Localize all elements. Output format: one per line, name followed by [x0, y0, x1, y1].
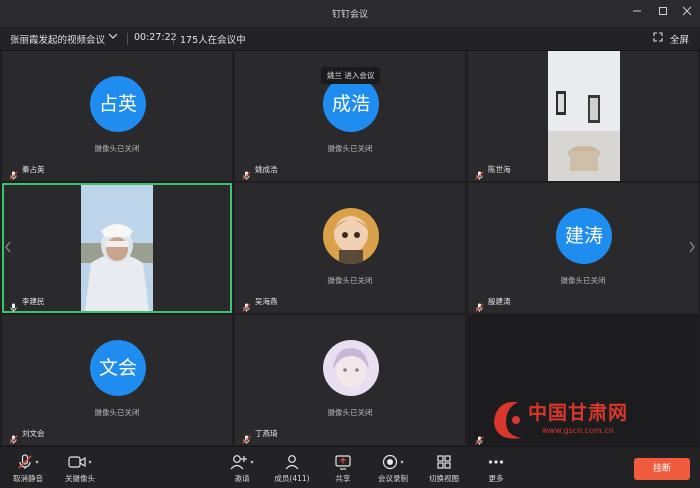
- camera-off-button[interactable]: ▾ 关摄像头: [60, 453, 100, 484]
- mic-muted-icon: ▾: [8, 453, 48, 471]
- maximize-icon[interactable]: [656, 6, 670, 20]
- participant-tile-active-speaker[interactable]: 李建民: [2, 183, 232, 313]
- hangup-button[interactable]: 挂断: [634, 458, 690, 480]
- participant-name: 丁燕琦: [255, 429, 278, 438]
- meeting-info-bar: 张丽霞发起的视频会议 00:27:22 175人在会议中 全屏: [0, 27, 700, 51]
- mic-muted-icon: [475, 430, 484, 445]
- camera-off-label: 摄像头已关闭: [327, 276, 373, 285]
- prev-page-arrow-icon[interactable]: [4, 240, 12, 258]
- grid-view-icon: [426, 453, 462, 471]
- more-button[interactable]: 更多: [484, 453, 508, 484]
- switch-view-button[interactable]: 切换视图: [426, 453, 462, 484]
- avatar: [323, 340, 379, 396]
- participant-name: 殷建涛: [488, 297, 511, 306]
- participant-tile[interactable]: 摄像头已关闭 丁燕琦: [235, 315, 465, 445]
- minimize-icon[interactable]: [630, 6, 644, 20]
- screen-share-icon: [330, 453, 356, 471]
- fullscreen-icon[interactable]: [653, 32, 663, 45]
- mic-muted-icon: [242, 297, 251, 312]
- participant-count[interactable]: 175人在会议中: [180, 32, 246, 46]
- avatar: 文会: [90, 340, 146, 396]
- join-notification: 姚兰 进入会议: [321, 67, 381, 84]
- avatar: 建涛: [556, 208, 612, 264]
- next-page-arrow-icon[interactable]: [688, 240, 696, 258]
- camera-off-label: 摄像头已关闭: [560, 276, 606, 285]
- add-user-icon: ▾: [226, 453, 258, 471]
- participant-name: 秦占英: [22, 165, 45, 174]
- members-button[interactable]: 成员(411): [272, 453, 312, 484]
- video-grid: 占英 摄像头已关闭 秦占英 成浩 摄像头已关闭 姚兰 进入会议 姚成浩 陈世海 …: [2, 51, 698, 446]
- participant-name: 姚成浩: [255, 165, 278, 174]
- camera-icon: ▾: [60, 453, 100, 471]
- camera-off-label: 摄像头已关闭: [327, 144, 373, 153]
- meeting-name[interactable]: 张丽霞发起的视频会议: [10, 32, 105, 46]
- meeting-duration: 00:27:22: [134, 32, 177, 43]
- record-button[interactable]: ▾ 会议录制: [376, 453, 410, 484]
- camera-off-label: 摄像头已关闭: [327, 408, 373, 417]
- watermark-brand: 中国甘肃网: [528, 402, 629, 424]
- participant-tile[interactable]: 文会 摄像头已关闭 刘文会: [2, 315, 232, 445]
- participant-video: [548, 51, 620, 181]
- mic-muted-icon: [9, 165, 18, 180]
- more-dots-icon: [484, 453, 508, 471]
- close-icon[interactable]: [680, 6, 694, 20]
- chevron-down-icon[interactable]: [108, 31, 118, 44]
- caret-icon[interactable]: ▾: [35, 459, 38, 466]
- participant-name: 陈世海: [488, 165, 511, 174]
- window-title: 钉钉会议: [331, 10, 368, 20]
- avatar: 成浩: [323, 76, 379, 132]
- avatar: [323, 208, 379, 264]
- camera-off-label: 摄像头已关闭: [94, 144, 140, 153]
- camera-off-label: 摄像头已关闭: [94, 408, 140, 417]
- participant-tile[interactable]: 成浩 摄像头已关闭 姚兰 进入会议 姚成浩: [235, 51, 465, 181]
- mic-muted-icon: [242, 429, 251, 444]
- mic-active-icon: [9, 297, 18, 312]
- caret-icon[interactable]: ▾: [250, 459, 253, 466]
- participant-tile[interactable]: 占英 摄像头已关闭 秦占英: [2, 51, 232, 181]
- caret-icon[interactable]: ▾: [400, 459, 403, 466]
- participant-name: 李建民: [22, 297, 45, 306]
- participant-tile[interactable]: 建涛 摄像头已关闭 殷建涛: [468, 183, 698, 313]
- mic-muted-icon: [475, 297, 484, 312]
- caret-icon[interactable]: ▾: [88, 459, 91, 466]
- avatar: 占英: [90, 76, 146, 132]
- meeting-toolbar: ▾ 取消静音 ▾ 关摄像头 ▾ 邀请 成员(411) 共享 ▾ 会议录制 切换视…: [0, 446, 700, 488]
- participant-video: [81, 185, 153, 311]
- members-icon: [272, 453, 312, 471]
- participant-tile[interactable]: 摄像头已关闭 吴海燕: [235, 183, 465, 313]
- participant-name: 刘文会: [22, 429, 45, 438]
- mic-muted-icon: [9, 429, 18, 444]
- participant-tile[interactable]: 陈世海: [468, 51, 698, 181]
- share-button[interactable]: 共享: [330, 453, 356, 484]
- fullscreen-button[interactable]: 全屏: [670, 32, 689, 46]
- brand-watermark: 中国甘肃网 www.gscn.com.cn: [486, 394, 666, 446]
- invite-button[interactable]: ▾ 邀请: [226, 453, 258, 484]
- mic-muted-icon: [242, 165, 251, 180]
- mic-muted-icon: [475, 165, 484, 180]
- title-bar: 钉钉会议: [0, 0, 700, 27]
- participant-name: 吴海燕: [255, 297, 278, 306]
- unmute-button[interactable]: ▾ 取消静音: [8, 453, 48, 484]
- record-icon: ▾: [376, 453, 410, 471]
- watermark-url: www.gscn.com.cn: [542, 426, 614, 435]
